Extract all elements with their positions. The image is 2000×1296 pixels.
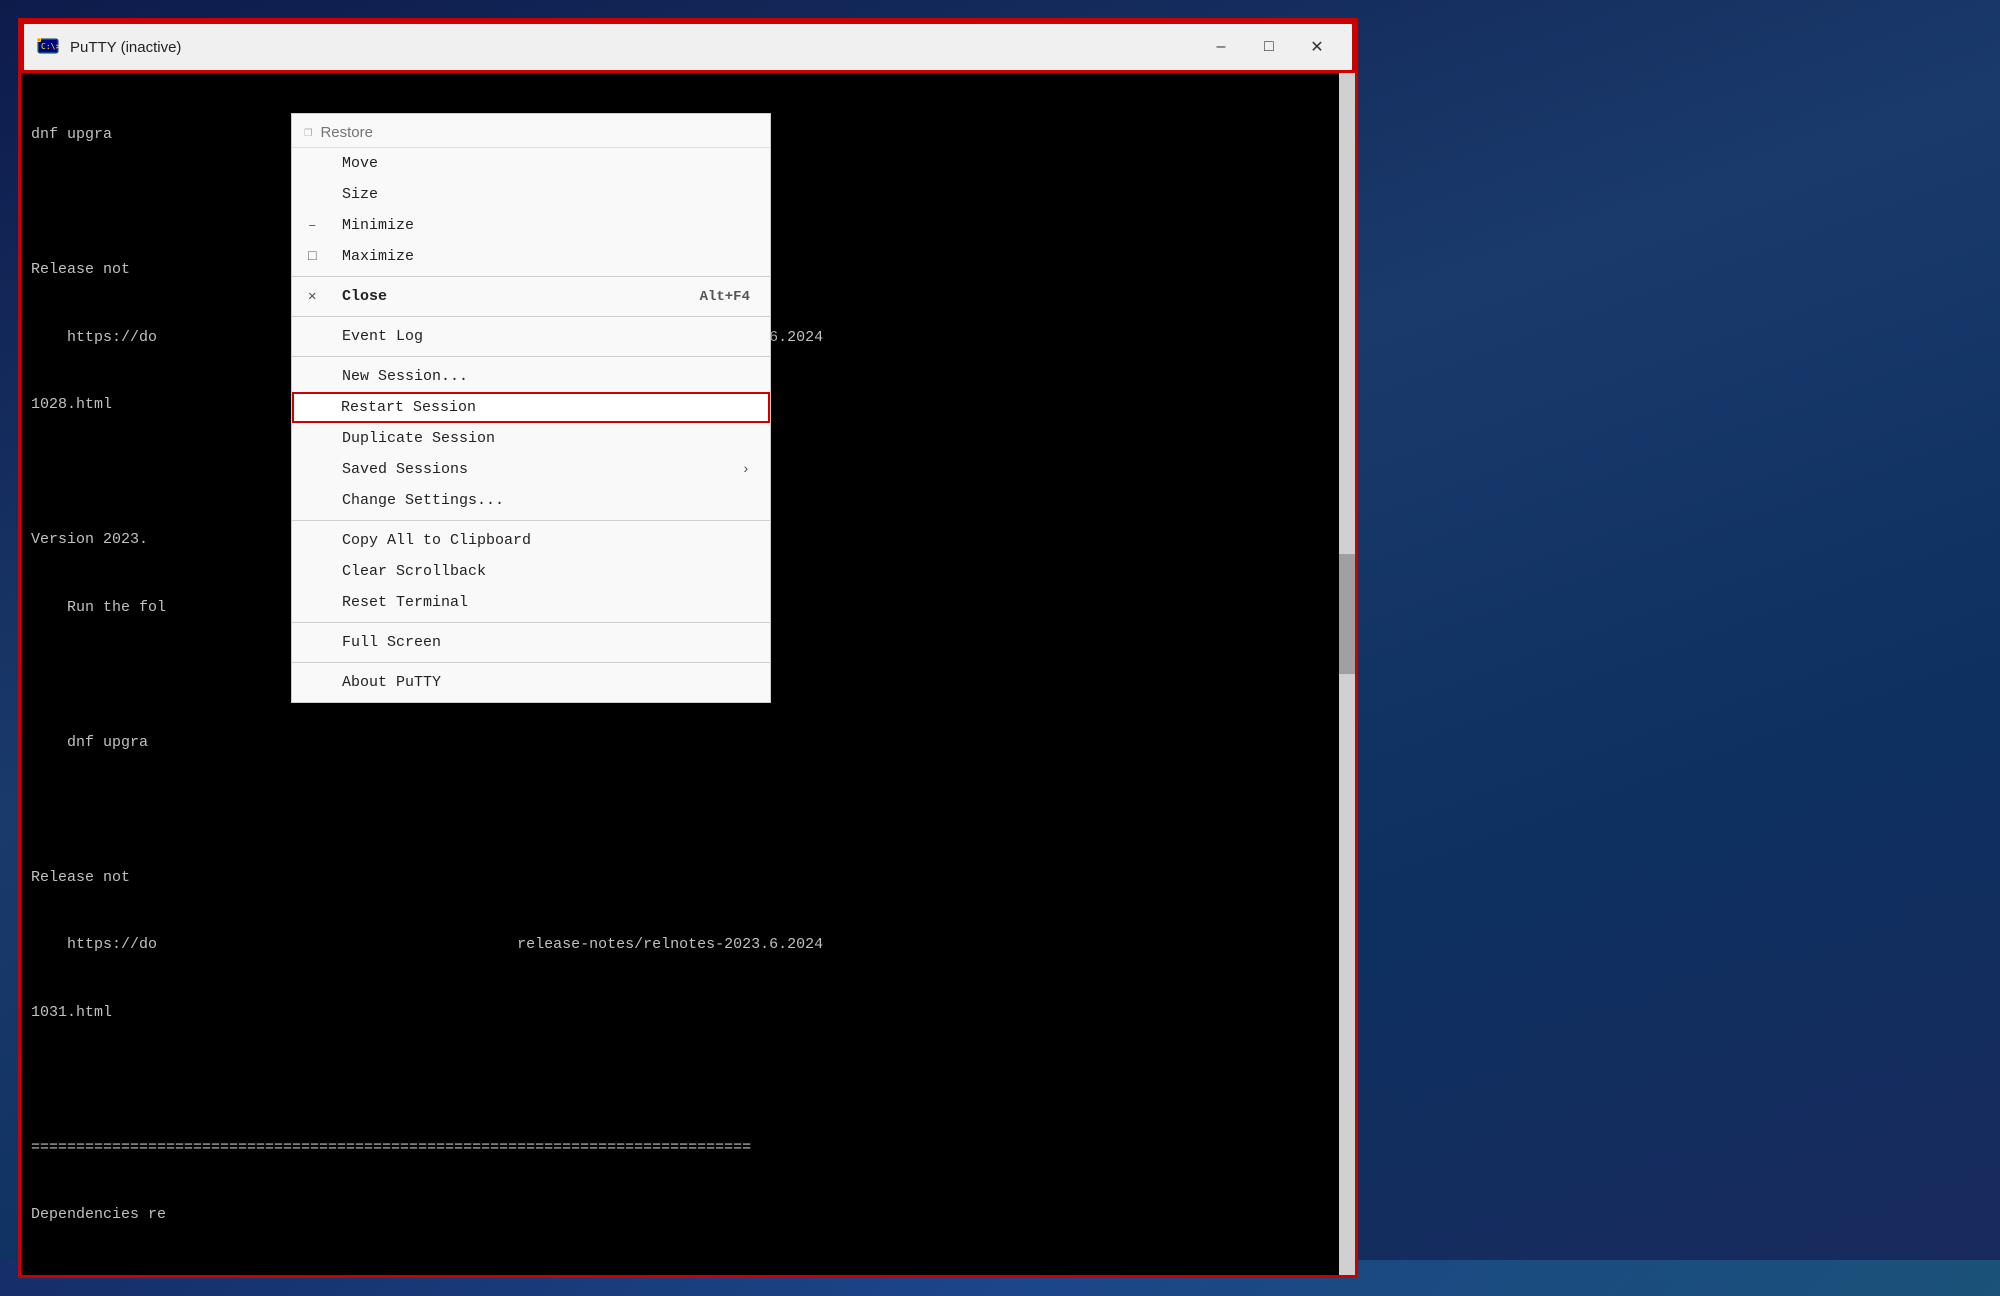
- terminal-line: ========================================…: [31, 1137, 1345, 1160]
- close-menu-icon: ✕: [308, 288, 316, 305]
- menu-item-maximize[interactable]: □ Maximize: [292, 241, 770, 272]
- menu-item-minimize[interactable]: – Minimize: [292, 210, 770, 241]
- menu-item-new-session[interactable]: New Session...: [292, 361, 770, 392]
- close-button[interactable]: ✕: [1294, 31, 1340, 63]
- menu-item-duplicate-session[interactable]: Duplicate Session: [292, 423, 770, 454]
- menu-item-clear-scrollback-label: Clear Scrollback: [342, 563, 486, 580]
- menu-item-duplicate-session-label: Duplicate Session: [342, 430, 495, 447]
- menu-separator-1: [292, 276, 770, 277]
- menu-separator-4: [292, 520, 770, 521]
- menu-item-move-label: Move: [342, 155, 378, 172]
- menu-item-full-screen-label: Full Screen: [342, 634, 441, 651]
- menu-separator-5: [292, 622, 770, 623]
- menu-item-maximize-label: Maximize: [342, 248, 414, 265]
- menu-item-restart-session-label: Restart Session: [341, 399, 476, 416]
- menu-item-change-settings-label: Change Settings...: [342, 492, 504, 509]
- menu-item-size-label: Size: [342, 186, 378, 203]
- menu-item-clear-scrollback[interactable]: Clear Scrollback: [292, 556, 770, 587]
- menu-separator-2: [292, 316, 770, 317]
- putty-window: C:\> PuTTY (inactive) – □ ✕ dnf upgra Re…: [18, 18, 1358, 1278]
- menu-item-new-session-label: New Session...: [342, 368, 468, 385]
- menu-item-minimize-label: Minimize: [342, 217, 414, 234]
- window-title: PuTTY (inactive): [70, 39, 1198, 56]
- close-shortcut: Alt+F4: [700, 289, 750, 305]
- context-menu: ❐ Move Size – Minimize □ Maximize ✕ Clos…: [291, 113, 771, 703]
- terminal-line: Release not: [31, 867, 1345, 890]
- terminal-line: https://do release-notes/relnotes-2023.6…: [31, 934, 1345, 957]
- menu-item-reset-terminal[interactable]: Reset Terminal: [292, 587, 770, 618]
- menu-item-size[interactable]: Size: [292, 179, 770, 210]
- menu-item-copy-all[interactable]: Copy All to Clipboard: [292, 525, 770, 556]
- terminal-line: 1031.html: [31, 1002, 1345, 1025]
- minimize-button[interactable]: –: [1198, 31, 1244, 63]
- menu-item-copy-all-label: Copy All to Clipboard: [342, 532, 531, 549]
- terminal-area[interactable]: dnf upgra Release not https://do release…: [21, 73, 1355, 1275]
- app-icon: C:\>: [36, 35, 60, 59]
- maximize-button[interactable]: □: [1246, 31, 1292, 63]
- menu-separator-6: [292, 662, 770, 663]
- title-bar: C:\> PuTTY (inactive) – □ ✕: [21, 21, 1355, 73]
- terminal-line: Nothing to do.: [31, 1272, 1345, 1276]
- menu-item-event-log[interactable]: Event Log: [292, 321, 770, 352]
- scrollbar-thumb[interactable]: [1339, 554, 1355, 674]
- menu-item-about-label: About PuTTY: [342, 674, 441, 691]
- scrollbar[interactable]: [1339, 73, 1355, 1275]
- restore-search-input[interactable]: [320, 124, 758, 141]
- menu-item-close-label: Close: [342, 288, 387, 305]
- menu-item-full-screen[interactable]: Full Screen: [292, 627, 770, 658]
- menu-item-restart-session[interactable]: Restart Session: [292, 392, 770, 423]
- menu-item-saved-sessions[interactable]: Saved Sessions ›: [292, 454, 770, 485]
- terminal-line: Dependencies re: [31, 1204, 1345, 1227]
- menu-item-close[interactable]: ✕ Close Alt+F4: [292, 281, 770, 312]
- window-controls: – □ ✕: [1198, 31, 1340, 63]
- maximize-icon: □: [308, 249, 316, 265]
- menu-item-reset-terminal-label: Reset Terminal: [342, 594, 468, 611]
- terminal-line: [31, 799, 1345, 822]
- menu-item-change-settings[interactable]: Change Settings...: [292, 485, 770, 516]
- context-menu-search-bar: ❐: [292, 118, 770, 148]
- terminal-line: dnf upgra: [31, 732, 1345, 755]
- minimize-icon: –: [308, 218, 316, 234]
- saved-sessions-arrow: ›: [742, 462, 750, 478]
- restore-icon: ❐: [304, 124, 312, 141]
- menu-item-move[interactable]: Move: [292, 148, 770, 179]
- svg-text:C:\>: C:\>: [41, 42, 60, 51]
- terminal-line: [31, 1069, 1345, 1092]
- menu-item-event-log-label: Event Log: [342, 328, 423, 345]
- menu-item-about[interactable]: About PuTTY: [292, 667, 770, 698]
- menu-separator-3: [292, 356, 770, 357]
- menu-item-saved-sessions-label: Saved Sessions: [342, 461, 468, 478]
